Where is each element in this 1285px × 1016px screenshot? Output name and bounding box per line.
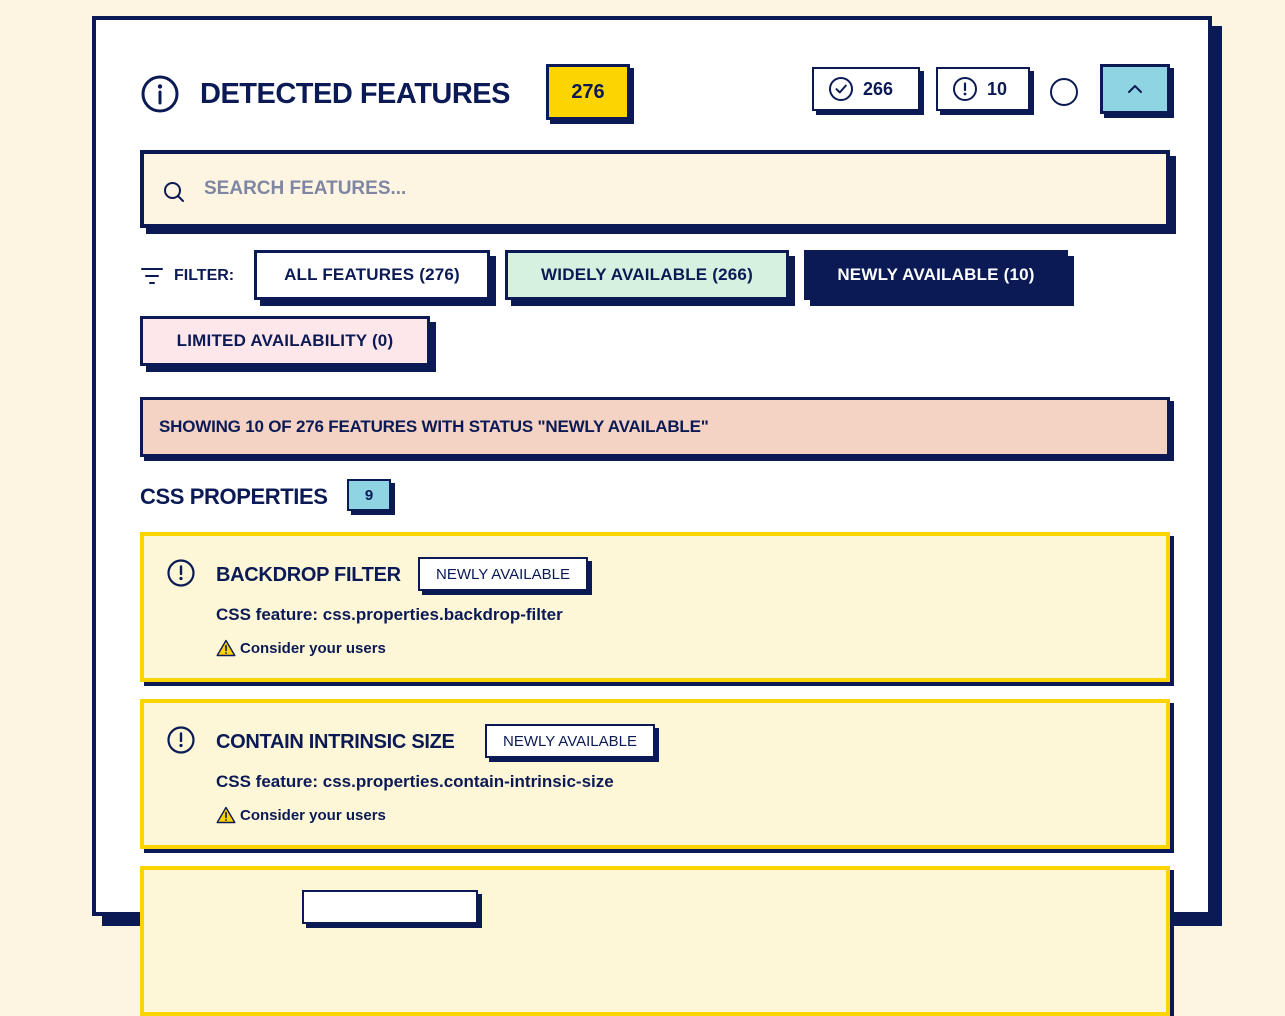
search-input[interactable] — [204, 168, 1144, 210]
info-icon — [141, 75, 179, 113]
status-badge: NEWLY AVAILABLE — [485, 724, 655, 758]
feature-warning: Consider your users — [216, 639, 386, 657]
feature-name: CONTAIN INTRINSIC SIZE — [216, 731, 455, 753]
alert-circle-icon — [953, 77, 977, 101]
detected-features-panel: DETECTED FEATURES 276 266 10 SEARCH FEAT… — [92, 16, 1212, 1016]
collapse-button[interactable] — [1100, 64, 1170, 114]
alert-circle-icon — [167, 559, 195, 587]
alert-circle-icon — [167, 726, 195, 754]
section-count-badge: 9 — [347, 479, 391, 511]
warning-text: Consider your users — [240, 806, 386, 824]
filter-limited-availability[interactable]: LIMITED AVAILABILITY (0) — [140, 316, 430, 366]
status-badge — [302, 890, 478, 924]
status-badge: NEWLY AVAILABLE — [418, 557, 588, 591]
page-title: DETECTED FEATURES — [200, 78, 510, 110]
filter-label-text: FILTER: — [174, 267, 235, 284]
feature-description: CSS feature: css.properties.backdrop-fil… — [216, 605, 563, 624]
section-title: CSS PROPERTIES — [140, 484, 328, 509]
newly-available-stat[interactable]: 10 — [936, 67, 1030, 111]
warning-text: Consider your users — [240, 639, 386, 657]
check-circle-icon — [829, 77, 853, 101]
chevron-up-icon — [1128, 85, 1142, 93]
filter-widely-available[interactable]: WIDELY AVAILABLE (266) — [505, 250, 789, 300]
filter-newly-available[interactable]: NEWLY AVAILABLE (10) — [804, 250, 1068, 300]
total-count-badge: 276 — [546, 64, 630, 120]
newly-available-count: 10 — [987, 78, 1008, 99]
filter-label: FILTER: — [140, 264, 234, 288]
filter-icon — [141, 268, 163, 284]
feature-warning: Consider your users — [216, 806, 386, 824]
widely-available-stat[interactable]: 266 — [812, 67, 920, 111]
warning-icon — [216, 639, 236, 657]
feature-name: BACKDROP FILTER — [216, 564, 401, 586]
warning-icon — [216, 806, 236, 824]
search-icon — [164, 182, 184, 202]
panel-header: DETECTED FEATURES 276 266 10 — [140, 64, 1172, 124]
feature-card[interactable] — [140, 866, 1170, 1016]
widely-available-count: 266 — [863, 78, 894, 99]
feature-card[interactable]: BACKDROP FILTER NEWLY AVAILABLE CSS feat… — [140, 532, 1170, 682]
feature-card[interactable]: CONTAIN INTRINSIC SIZE NEWLY AVAILABLE C… — [140, 699, 1170, 849]
filter-status-notice: SHOWING 10 OF 276 FEATURES WITH STATUS "… — [140, 397, 1170, 457]
feature-description: CSS feature: css.properties.contain-intr… — [216, 772, 614, 791]
search-bar — [140, 150, 1170, 228]
filter-all-features[interactable]: ALL FEATURES (276) — [254, 250, 490, 300]
circle-toggle[interactable] — [1050, 78, 1078, 106]
